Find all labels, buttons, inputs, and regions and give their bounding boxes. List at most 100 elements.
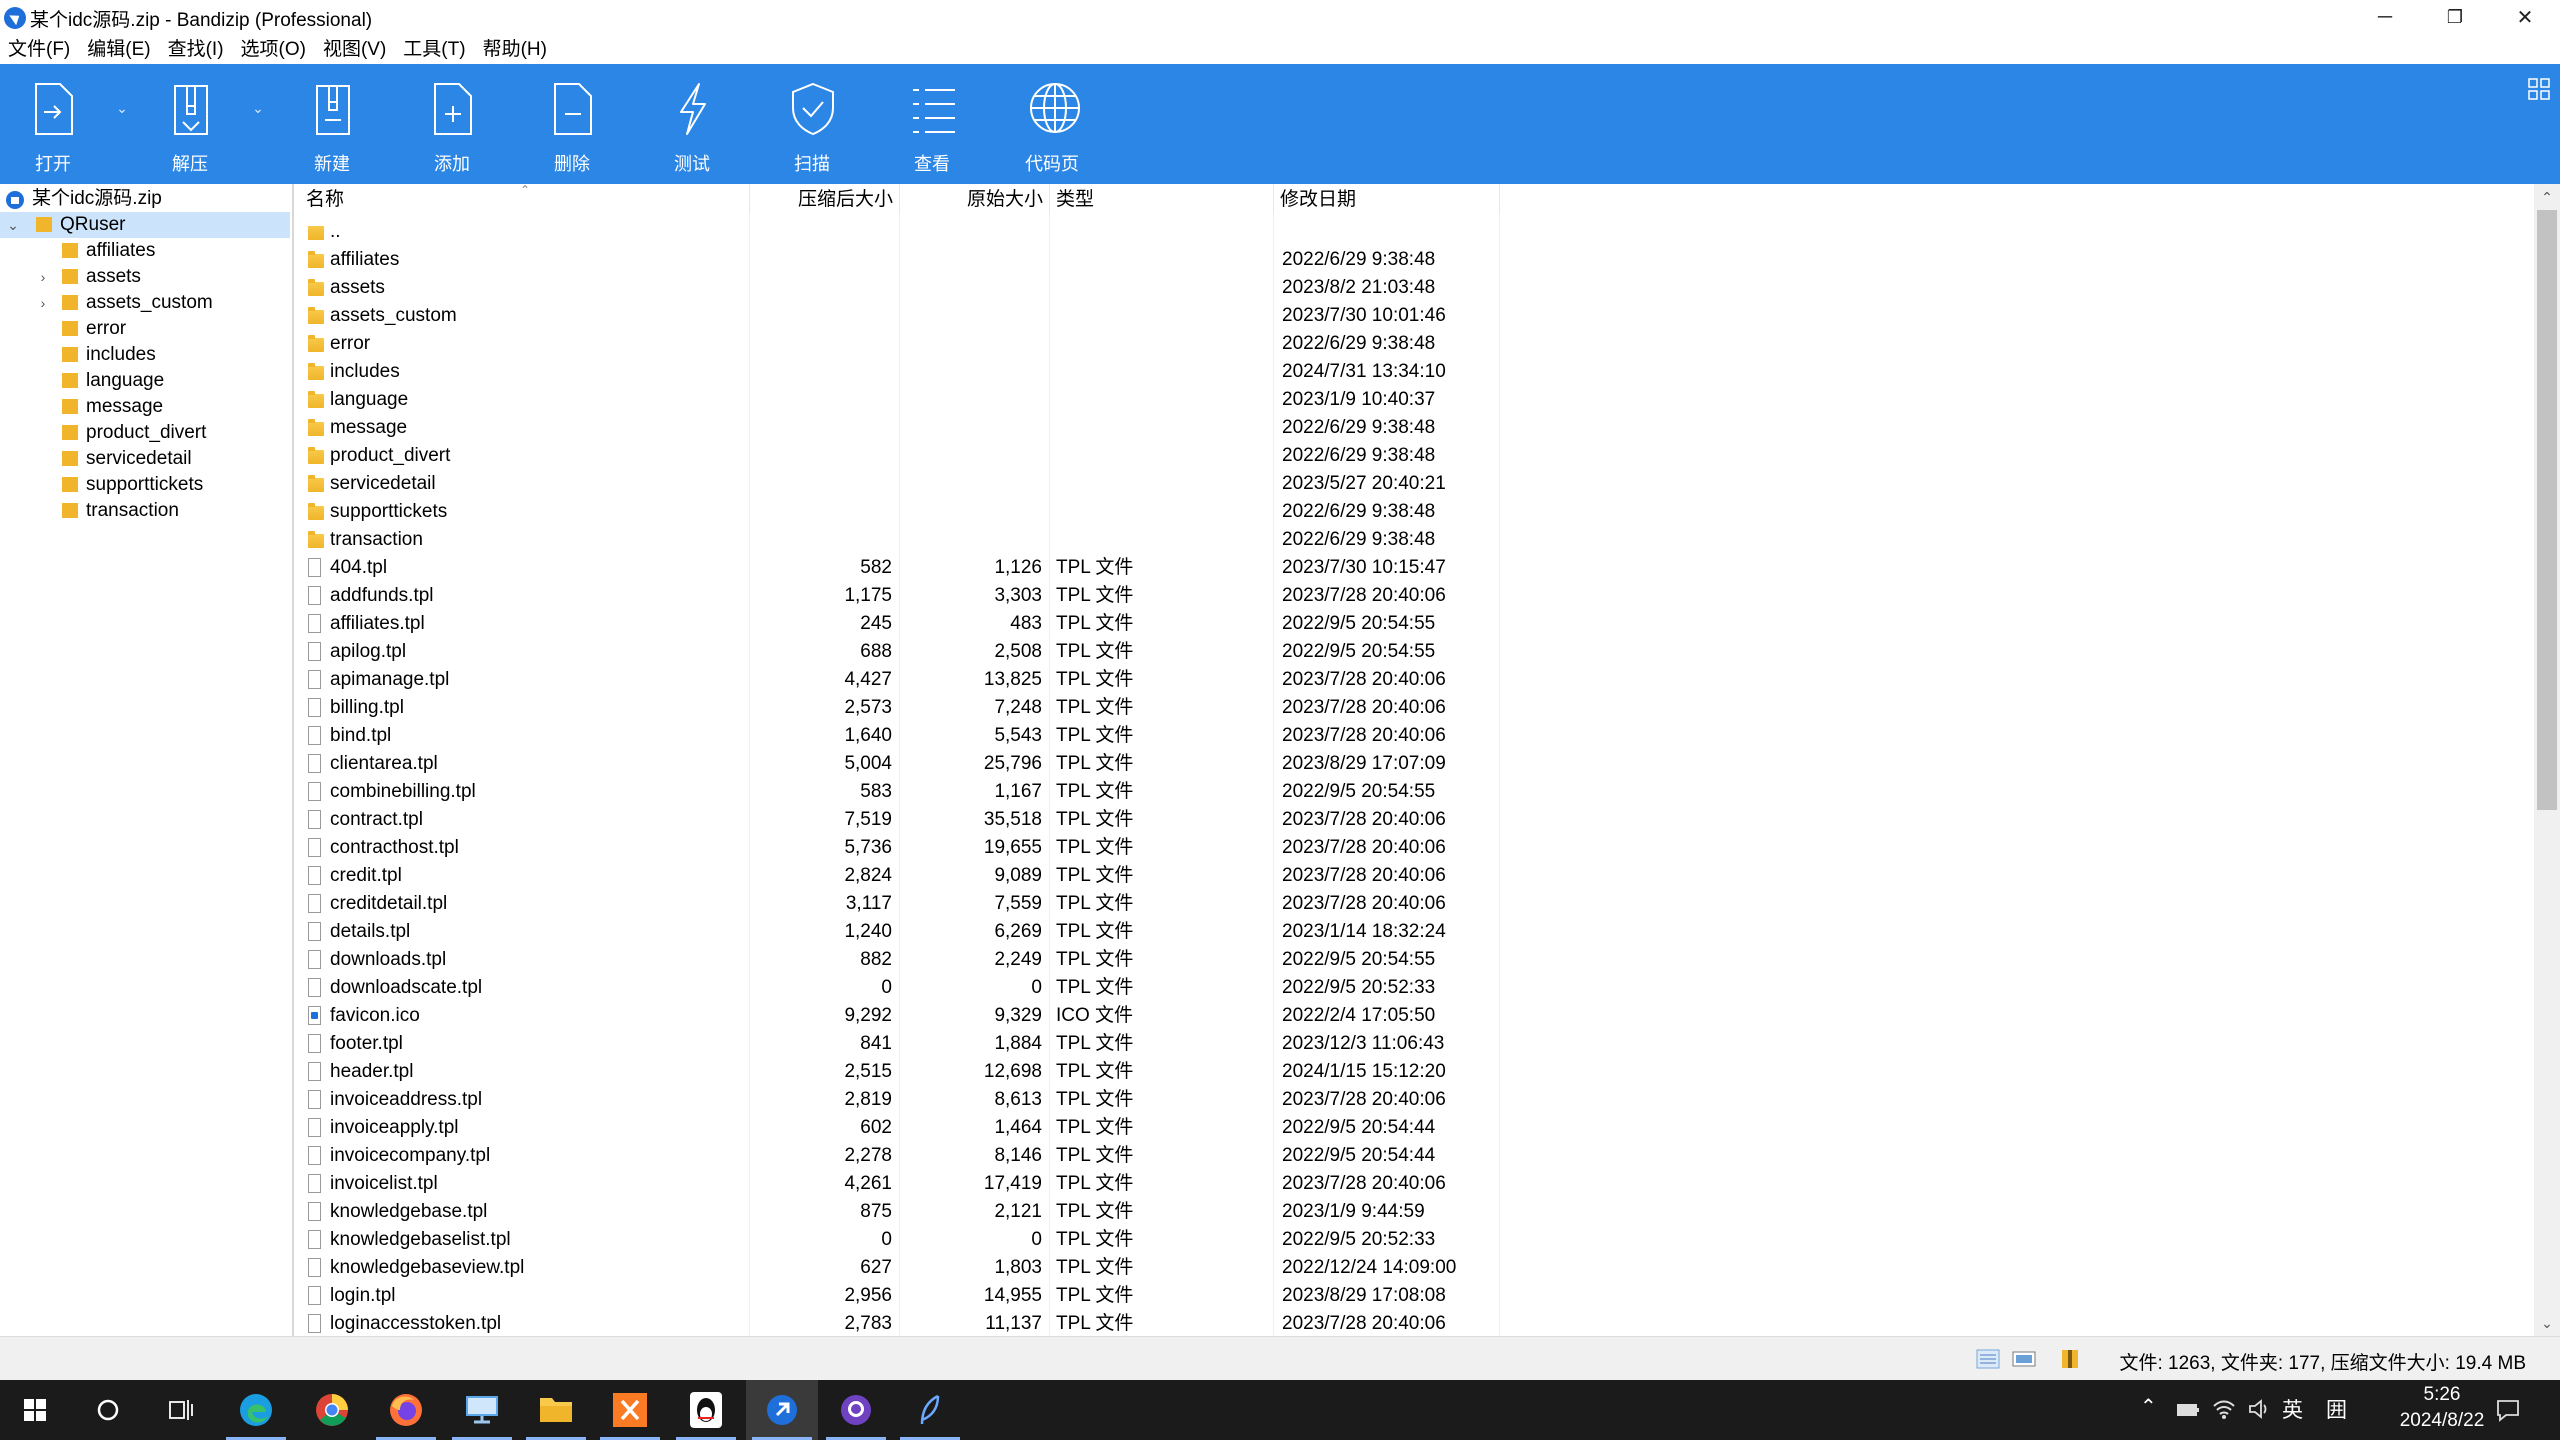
column-header-size[interactable]: 原始大小	[900, 184, 1050, 214]
collapse-chevron-icon[interactable]: ⌄	[6, 212, 20, 238]
preview-view-icon[interactable]	[2012, 1349, 2036, 1369]
taskbar-bandizip[interactable]	[746, 1380, 818, 1440]
test-button[interactable]: 测试	[647, 64, 737, 184]
folder-row[interactable]: message 2022/6/29 9:38:48	[298, 414, 1498, 442]
menu-file[interactable]: 文件(F)	[0, 34, 79, 64]
column-header-modified[interactable]: 修改日期	[1274, 184, 1500, 214]
ime-mode-indicator[interactable]: 囲	[2326, 1394, 2347, 1424]
scroll-down-arrow-icon[interactable]: ⌄	[2534, 1312, 2560, 1334]
file-row[interactable]: invoicecompany.tpl 2,278 8,146 TPL 文件 2022/9…	[298, 1142, 1498, 1170]
tray-overflow-chevron-icon[interactable]: ⌃	[2140, 1394, 2157, 1419]
scrollbar-thumb[interactable]	[2537, 210, 2557, 810]
clock-date[interactable]: 2024/8/22	[2368, 1410, 2516, 1432]
close-button[interactable]: ✕	[2490, 0, 2560, 34]
extract-dropdown-chevron-icon[interactable]: ⌄	[248, 100, 268, 117]
file-row[interactable]: credit.tpl 2,824 9,089 TPL 文件 2023/7/28 20:4…	[298, 862, 1498, 890]
file-row[interactable]: knowledgebaseview.tpl 627 1,803 TPL 文件 2022/…	[298, 1254, 1498, 1282]
taskbar-xampp[interactable]	[594, 1380, 666, 1440]
column-header-name[interactable]: 名称 ⌃	[298, 184, 750, 214]
search-button[interactable]	[72, 1380, 144, 1440]
vertical-scrollbar[interactable]: ⌃ ⌄	[2534, 184, 2560, 1336]
file-row[interactable]: creditdetail.tpl 3,117 7,559 TPL 文件 2023/7/2…	[298, 890, 1498, 918]
wifi-icon[interactable]	[2212, 1398, 2236, 1420]
file-row[interactable]: invoiceapply.tpl 602 1,464 TPL 文件 2022/9/5 2…	[298, 1114, 1498, 1142]
file-row[interactable]: billing.tpl 2,573 7,248 TPL 文件 2023/7/28 20:…	[298, 694, 1498, 722]
menu-edit[interactable]: 编辑(E)	[79, 34, 159, 64]
file-row[interactable]: 404.tpl 582 1,126 TPL 文件 2023/7/30 10:15:47	[298, 554, 1498, 582]
open-button[interactable]: 打开	[8, 64, 98, 184]
file-row[interactable]: loginaccesstoken.tpl 2,783 11,137 TPL 文件 202…	[298, 1310, 1498, 1336]
details-view-icon[interactable]	[1976, 1349, 2000, 1369]
start-button[interactable]	[0, 1380, 72, 1440]
file-row[interactable]: header.tpl 2,515 12,698 TPL 文件 2024/1/15 15:…	[298, 1058, 1498, 1086]
scroll-up-arrow-icon[interactable]: ⌃	[2534, 186, 2560, 208]
folder-row[interactable]: supporttickets 2022/6/29 9:38:48	[298, 498, 1498, 526]
file-row[interactable]: contracthost.tpl 5,736 19,655 TPL 文件 2023/7/…	[298, 834, 1498, 862]
taskbar-remote-desktop[interactable]	[446, 1380, 518, 1440]
menu-tools[interactable]: 工具(T)	[395, 34, 474, 64]
taskbar-firefox[interactable]	[370, 1380, 442, 1440]
menu-help[interactable]: 帮助(H)	[475, 34, 556, 64]
taskbar-feather-app[interactable]	[894, 1380, 966, 1440]
file-row[interactable]: affiliates.tpl 245 483 TPL 文件 2022/9/5 20:54…	[298, 610, 1498, 638]
folder-row[interactable]: assets 2023/8/2 21:03:48	[298, 274, 1498, 302]
open-dropdown-chevron-icon[interactable]: ⌄	[112, 100, 132, 117]
file-row[interactable]: details.tpl 1,240 6,269 TPL 文件 2023/1/14 18:…	[298, 918, 1498, 946]
file-row[interactable]: clientarea.tpl 5,004 25,796 TPL 文件 2023/8/29…	[298, 750, 1498, 778]
file-row[interactable]: favicon.ico 9,292 9,329 ICO 文件 2022/2/4 17:0…	[298, 1002, 1498, 1030]
archive-info-icon[interactable]	[2058, 1349, 2082, 1369]
expand-chevron-icon[interactable]: ›	[36, 290, 50, 316]
taskbar-qq[interactable]	[670, 1380, 742, 1440]
menu-find[interactable]: 查找(I)	[160, 34, 233, 64]
file-row[interactable]: invoiceaddress.tpl 2,819 8,613 TPL 文件 2023/7…	[298, 1086, 1498, 1114]
folder-row[interactable]: affiliates 2022/6/29 9:38:48	[298, 246, 1498, 274]
menu-options[interactable]: 选项(O)	[233, 34, 315, 64]
volume-icon[interactable]	[2248, 1398, 2272, 1420]
file-row[interactable]: combinebilling.tpl 583 1,167 TPL 文件 2022/9/5…	[298, 778, 1498, 806]
file-row[interactable]: footer.tpl 841 1,884 TPL 文件 2023/12/3 11:06:…	[298, 1030, 1498, 1058]
new-button[interactable]: 新建	[287, 64, 377, 184]
folder-row[interactable]: product_divert 2022/6/29 9:38:48	[298, 442, 1498, 470]
folder-row[interactable]: transaction 2022/6/29 9:38:48	[298, 526, 1498, 554]
menu-view[interactable]: 视图(V)	[315, 34, 395, 64]
clock-time[interactable]: 5:26	[2402, 1384, 2482, 1406]
tree-item-qruser[interactable]: ⌄ QRuser	[0, 212, 290, 238]
folder-row[interactable]: servicedetail 2023/5/27 20:40:21	[298, 470, 1498, 498]
file-row[interactable]: downloadscate.tpl 0 0 TPL 文件 2022/9/5 20:52:…	[298, 974, 1498, 1002]
taskbar-file-explorer[interactable]	[520, 1380, 592, 1440]
codepage-button[interactable]: 代码页	[1007, 64, 1097, 184]
column-header-type[interactable]: 类型	[1050, 184, 1274, 214]
taskbar-edge[interactable]	[220, 1380, 292, 1440]
notification-icon[interactable]	[2496, 1398, 2520, 1422]
expand-chevron-icon[interactable]: ›	[36, 264, 50, 290]
battery-icon[interactable]	[2176, 1400, 2200, 1418]
layout-grid-icon[interactable]	[2528, 78, 2550, 100]
file-row[interactable]: apimanage.tpl 4,427 13,825 TPL 文件 2023/7/28 …	[298, 666, 1498, 694]
extract-button[interactable]: 解压	[145, 64, 235, 184]
file-row[interactable]: bind.tpl 1,640 5,543 TPL 文件 2023/7/28 20:40:…	[298, 722, 1498, 750]
column-header-packed[interactable]: 压缩后大小	[750, 184, 900, 214]
file-row[interactable]: invoicelist.tpl 4,261 17,419 TPL 文件 2023/7/2…	[298, 1170, 1498, 1198]
view-button[interactable]: 查看	[887, 64, 977, 184]
parent-folder-row[interactable]: ..	[298, 218, 1498, 246]
file-row[interactable]: downloads.tpl 882 2,249 TPL 文件 2022/9/5 20:5…	[298, 946, 1498, 974]
file-row[interactable]: knowledgebase.tpl 875 2,121 TPL 文件 2023/1/9 …	[298, 1198, 1498, 1226]
add-button[interactable]: 添加	[407, 64, 497, 184]
file-row[interactable]: addfunds.tpl 1,175 3,303 TPL 文件 2023/7/28 20…	[298, 582, 1498, 610]
file-row[interactable]: knowledgebaselist.tpl 0 0 TPL 文件 2022/9/5 20…	[298, 1226, 1498, 1254]
delete-button[interactable]: 删除	[527, 64, 617, 184]
taskbar-github-desktop[interactable]	[820, 1380, 892, 1440]
file-row[interactable]: contract.tpl 7,519 35,518 TPL 文件 2023/7/28 2…	[298, 806, 1498, 834]
folder-row[interactable]: language 2023/1/9 10:40:37	[298, 386, 1498, 414]
folder-row[interactable]: assets_custom 2023/7/30 10:01:46	[298, 302, 1498, 330]
folder-row[interactable]: error 2022/6/29 9:38:48	[298, 330, 1498, 358]
file-row[interactable]: login.tpl 2,956 14,955 TPL 文件 2023/8/29 17:0…	[298, 1282, 1498, 1310]
folder-row[interactable]: includes 2024/7/31 13:34:10	[298, 358, 1498, 386]
ime-language-indicator[interactable]: 英	[2282, 1394, 2303, 1424]
minimize-button[interactable]: ─	[2350, 0, 2420, 34]
scan-button[interactable]: 扫描	[767, 64, 857, 184]
maximize-button[interactable]: ❐	[2420, 0, 2490, 34]
taskbar-chrome[interactable]	[296, 1380, 368, 1440]
file-row[interactable]: apilog.tpl 688 2,508 TPL 文件 2022/9/5 20:54:5…	[298, 638, 1498, 666]
task-view-button[interactable]	[144, 1380, 216, 1440]
